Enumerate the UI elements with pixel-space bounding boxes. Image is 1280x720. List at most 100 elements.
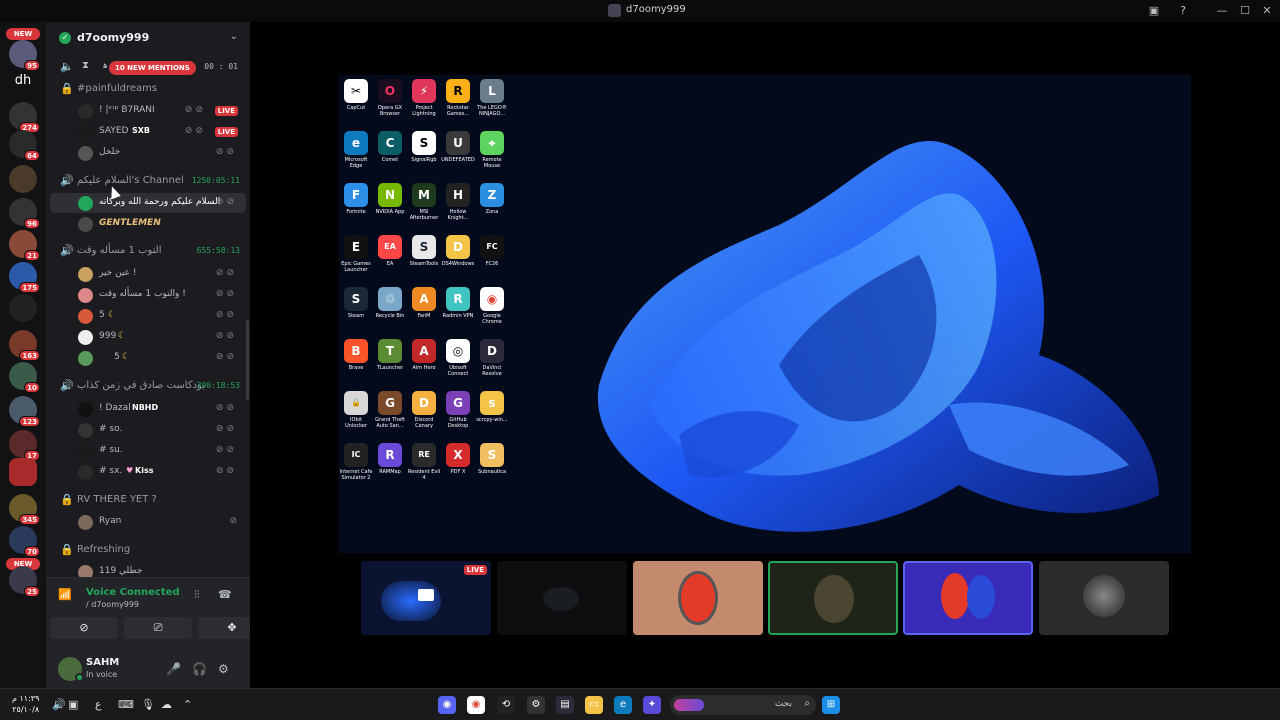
channel-toub[interactable]: 🔊 التوب 1 مسأله وقت 655:58:13 [46, 242, 250, 260]
server-icon[interactable]: 274 [9, 102, 40, 133]
microphone-icon[interactable]: 🎤 [166, 662, 181, 676]
desktop-shortcut[interactable]: 🔒 IObit Unlocker [339, 391, 373, 443]
chevron-down-icon[interactable]: ⌄ [230, 31, 238, 42]
desktop-shortcut[interactable]: RE Resident Evil 4 [407, 443, 441, 495]
username[interactable]: SAHM [86, 657, 119, 668]
desktop-shortcut[interactable]: A Aim Hero [407, 339, 441, 391]
inbox-icon[interactable]: ▣ [1146, 3, 1162, 19]
voice-member[interactable]: 5 ☾ ⊘⊘ [46, 348, 250, 368]
voice-member[interactable]: # su. ⊘⊘ [46, 441, 250, 461]
language-indicator[interactable]: ع [95, 698, 102, 711]
store-taskbar-icon[interactable]: ▤ [556, 696, 574, 714]
desktop-shortcut[interactable]: R Radmin VPN [441, 287, 475, 339]
channel-rv-there-yet[interactable]: 🔒 RV THERE YET ? [46, 491, 250, 509]
server-icon[interactable]: 175 [9, 262, 40, 293]
keyboard-icon[interactable]: ⌨ [118, 698, 134, 711]
voice-member[interactable]: السلام عليكم ورحمة الله وبركاته ⊘⊘ [50, 193, 246, 213]
server-icon[interactable]: 70 [9, 526, 40, 557]
voice-member[interactable]: # so. ⊘⊘ [46, 420, 250, 440]
desktop-shortcut[interactable]: R RAMMap [373, 443, 407, 495]
desktop-shortcut[interactable]: A FanM [407, 287, 441, 339]
taskbar-search[interactable]: بحث ⌕ [670, 695, 816, 715]
desktop-shortcut[interactable]: S SignalRgb [407, 131, 441, 183]
server-icon[interactable]: 345 [9, 494, 40, 525]
desktop-shortcut[interactable]: ✂ CapCut [339, 79, 373, 131]
voice-member[interactable]: والتوب 1 مسأله وقت ! ⊘⊘ [46, 285, 250, 305]
server-icon[interactable]: 95 [9, 40, 40, 71]
voice-member[interactable]: خلخل ⊘⊘ [46, 143, 250, 163]
desktop-shortcut[interactable]: M MSI Afterburner [407, 183, 441, 235]
desktop-shortcut[interactable]: L The LEGO® NINJAGO... [475, 79, 509, 131]
desktop-shortcut[interactable]: IC Internet Cafe Simulator 2 [339, 443, 373, 495]
settings-taskbar-icon[interactable]: ⚙ [527, 696, 545, 714]
volume-icon[interactable]: 🔊 [52, 698, 66, 711]
stream-thumbnail[interactable] [1039, 561, 1169, 635]
discord-taskbar-icon[interactable]: ◉ [438, 696, 456, 714]
noise-suppression-icon[interactable]: ⫶⫶ [194, 588, 200, 602]
desktop-shortcut[interactable]: T TLauncher [373, 339, 407, 391]
voice-member[interactable]: # sx. ♥ Kiss ⊘⊘ [46, 462, 250, 482]
server-header[interactable]: ✓ d7oomy999 ⌄ [46, 22, 250, 54]
desktop-shortcut[interactable]: ◎ Ubisoft Connect [441, 339, 475, 391]
channel-podcast[interactable]: 🔊 بودكاست صادق في زمن كذاب 390:18:53 [46, 377, 250, 395]
voice-member[interactable]: ! Dazal NBHD ⊘⊘ [46, 399, 250, 419]
desktop-shortcut[interactable]: EA EA [373, 235, 407, 287]
desktop-shortcut[interactable]: e Microsoft Edge [339, 131, 373, 183]
channel-refreshing[interactable]: 🔒 Refreshing [46, 541, 250, 559]
disconnect-icon[interactable]: ☎ [218, 588, 232, 601]
edge-taskbar-icon[interactable]: e [614, 696, 632, 714]
screen-share-view[interactable]: ✂ CapCut O Opera GX Browser ⚡ Project Lightni… [339, 75, 1191, 553]
desktop-shortcut[interactable]: F Fortnite [339, 183, 373, 235]
server-icon[interactable]: 163 [9, 330, 40, 361]
desktop-shortcut[interactable]: G GitHub Desktop [441, 391, 475, 443]
server-icon[interactable]: 123 [9, 396, 40, 427]
desktop-shortcut[interactable]: S SteamTools [407, 235, 441, 287]
minimize-button[interactable]: — [1214, 3, 1230, 19]
server-icon[interactable]: 10 [9, 362, 40, 393]
desktop-shortcut[interactable]: ⌖ Remote Mouse [475, 131, 509, 183]
desktop-shortcut[interactable]: ◉ Google Chrome [475, 287, 509, 339]
desktop-shortcut[interactable]: R Rockstar Games... [441, 79, 475, 131]
gear-icon[interactable]: ⚙ [218, 662, 229, 676]
clock[interactable]: ١١:٣٩ م ٢٥/١٠/٨ [12, 693, 39, 715]
desktop-shortcut[interactable]: ♲ Recycle Bin [373, 287, 407, 339]
screen-share-button[interactable]: ⎚ [124, 617, 192, 639]
new-mentions-pill[interactable]: 10 NEW MENTIONS [109, 61, 196, 75]
server-icon[interactable]: 21 [9, 230, 40, 261]
stream-thumbnail[interactable] [903, 561, 1033, 635]
activities-button[interactable]: ✥ [198, 617, 250, 639]
server-icon[interactable] [9, 458, 37, 486]
server-icon[interactable] [9, 165, 37, 193]
chrome-taskbar-icon[interactable]: ◉ [467, 696, 485, 714]
desktop-shortcut[interactable]: B Brave [339, 339, 373, 391]
desktop-shortcut[interactable]: U UNDEFEATED [441, 131, 475, 183]
desktop-shortcut[interactable]: D Discord Canary [407, 391, 441, 443]
start-button[interactable]: ⊞ [822, 696, 840, 714]
desktop-shortcut[interactable]: E Epic Games Launcher [339, 235, 373, 287]
channel-painfuldreams[interactable]: 🔒 #painfuldreams [46, 80, 250, 98]
desktop-shortcut[interactable]: ⚡ Project Lightning [407, 79, 441, 131]
help-icon[interactable]: ? [1175, 3, 1191, 19]
desktop-shortcut[interactable]: D DaVinci Resolve [475, 339, 509, 391]
voice-member[interactable]: ! |ᵛᶦᵖ B7RANI ⊘⊘ LIVE [46, 101, 250, 121]
desktop-shortcut[interactable]: H Hollow Knight... [441, 183, 475, 235]
stream-thumbnail[interactable] [633, 561, 763, 635]
desktop-shortcut[interactable]: X PDF X [441, 443, 475, 495]
stream-thumbnail[interactable] [497, 561, 627, 635]
cloud-icon[interactable]: ☁ [161, 698, 172, 711]
voice-member[interactable]: GENTLEMEN [46, 214, 250, 234]
camera-off-button[interactable]: ⊘ [50, 617, 118, 639]
channel-salam[interactable]: 🔊 السلام عليكم's Channel 1250:05:11 [46, 172, 250, 190]
desktop-shortcut[interactable]: G Grand Theft Auto San... [373, 391, 407, 443]
stream-thumbnail[interactable] [768, 561, 898, 635]
display-icon[interactable]: ▣ [68, 698, 78, 711]
desktop-shortcut[interactable]: C Comet [373, 131, 407, 183]
server-icon[interactable]: 17 [9, 430, 40, 461]
microphone-icon[interactable]: 🎙 [141, 698, 155, 711]
server-dh[interactable]: dh [9, 70, 37, 92]
sidebar-scrollbar[interactable] [246, 320, 249, 400]
close-button[interactable]: ✕ [1259, 3, 1275, 19]
server-icon[interactable]: 96 [9, 198, 40, 229]
desktop-shortcut[interactable]: Z Zona [475, 183, 509, 235]
desktop-shortcut[interactable]: FC FC26 [475, 235, 509, 287]
